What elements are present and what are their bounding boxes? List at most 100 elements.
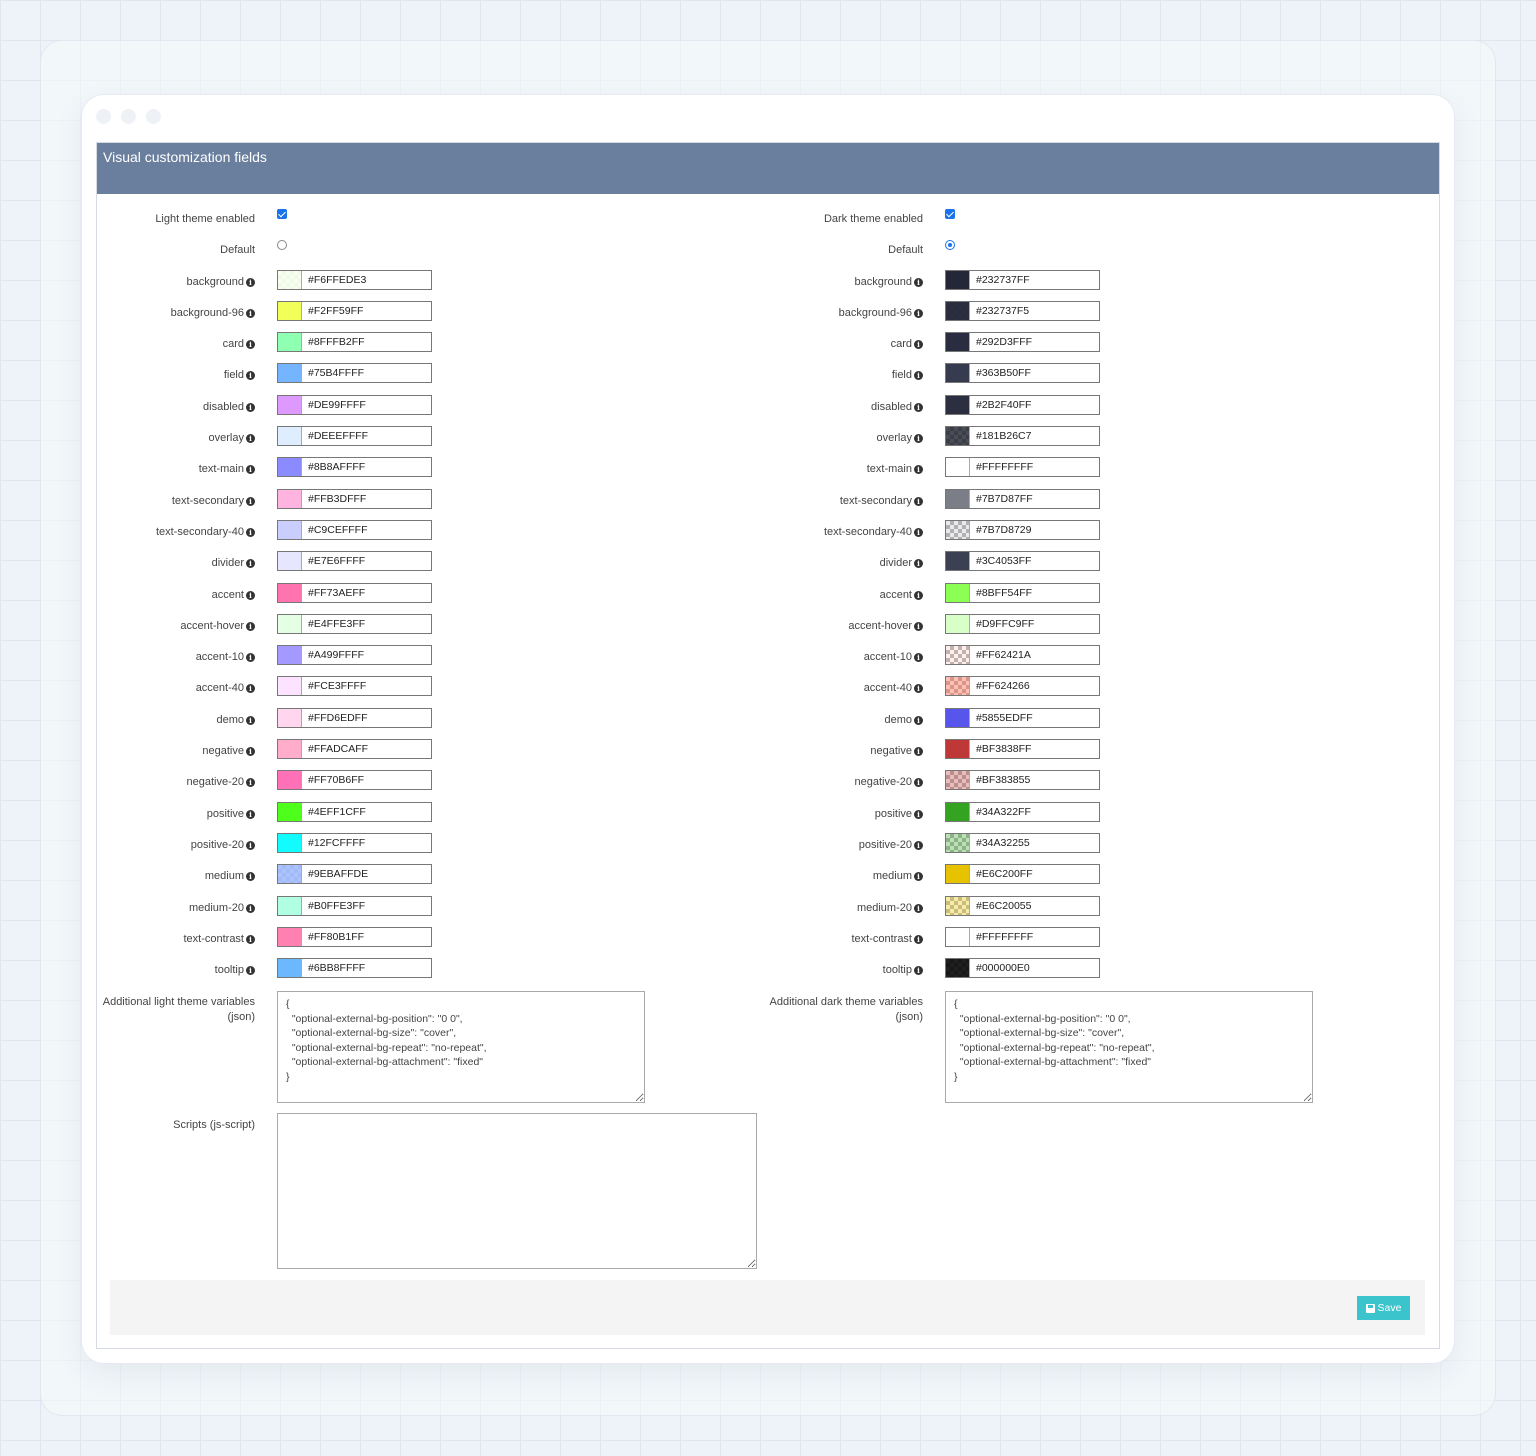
info-icon[interactable]: i [246,903,255,913]
light-color-input[interactable]: #B0FFE3FF [277,895,432,916]
color-hex-value[interactable]: #6BB8FFFF [302,959,365,977]
light-color-input[interactable]: #4EFF1CFF [277,801,432,822]
info-icon[interactable]: i [914,872,923,882]
color-hex-value[interactable]: #8B8AFFFF [302,458,365,476]
info-icon[interactable]: i [246,872,255,882]
info-icon[interactable]: i [246,371,255,381]
light-color-input[interactable]: #E4FFE3FF [277,613,432,634]
info-icon[interactable]: i [246,621,255,631]
dark-color-input[interactable]: #FFFFFFFF [945,457,1100,478]
info-icon[interactable]: i [246,434,255,444]
color-swatch[interactable] [278,270,302,289]
color-swatch[interactable] [278,583,302,602]
color-hex-value[interactable]: #FCE3FFFF [302,677,366,695]
info-icon[interactable]: i [914,715,923,725]
color-hex-value[interactable]: #E7E6FFFF [302,552,365,570]
color-hex-value[interactable]: #F6FFEDE3 [302,271,366,289]
dark-color-input[interactable]: #BF3838FF [945,739,1100,760]
light-enabled-checkbox[interactable] [277,209,287,219]
info-icon[interactable]: i [246,340,255,350]
color-hex-value[interactable]: #A499FFFF [302,646,364,664]
color-hex-value[interactable]: #FF73AEFF [302,584,365,602]
color-hex-value[interactable]: #000000E0 [970,959,1030,977]
info-icon[interactable]: i [914,778,923,788]
color-hex-value[interactable]: #3C4053FF [970,552,1031,570]
color-hex-value[interactable]: #9EBAFFDE [302,865,368,883]
dark-json-textarea[interactable] [945,991,1313,1104]
light-color-input[interactable]: #C9CEFFFF [277,519,432,540]
dark-color-input[interactable]: #34A32255 [945,832,1100,853]
dark-color-input[interactable]: #7B7D8729 [945,519,1100,540]
dark-color-input[interactable]: #292D3FFF [945,332,1100,353]
dark-color-input[interactable]: #E6C20055 [945,895,1100,916]
dark-color-input[interactable]: #BF383855 [945,770,1100,791]
color-swatch[interactable] [278,646,302,665]
light-color-input[interactable]: #FFB3DFFF [277,488,432,509]
color-swatch[interactable] [278,833,302,852]
color-swatch[interactable] [278,458,302,477]
color-swatch[interactable] [278,552,302,571]
light-json-textarea[interactable] [277,991,645,1104]
info-icon[interactable]: i [246,966,255,976]
info-icon[interactable]: i [914,934,923,944]
color-swatch[interactable] [946,301,970,320]
dark-color-input[interactable]: #D9FFC9FF [945,613,1100,634]
color-swatch[interactable] [946,708,970,727]
scripts-textarea[interactable] [277,1113,757,1270]
light-color-input[interactable]: #FFADCAFF [277,739,432,760]
light-color-input[interactable]: #DE99FFFF [277,394,432,415]
color-swatch[interactable] [946,583,970,602]
info-icon[interactable]: i [914,340,923,350]
color-swatch[interactable] [278,865,302,884]
dark-color-input[interactable]: #FF624266 [945,676,1100,697]
color-swatch[interactable] [946,833,970,852]
color-swatch[interactable] [946,520,970,539]
color-hex-value[interactable]: #E4FFE3FF [302,615,365,633]
info-icon[interactable]: i [914,496,923,506]
color-swatch[interactable] [946,865,970,884]
info-icon[interactable]: i [914,527,923,537]
info-icon[interactable]: i [914,684,923,694]
color-swatch[interactable] [946,927,970,946]
color-swatch[interactable] [946,959,970,978]
color-hex-value[interactable]: #FF70B6FF [302,771,364,789]
light-color-input[interactable]: #6BB8FFFF [277,958,432,979]
info-icon[interactable]: i [246,715,255,725]
light-color-input[interactable]: #FF80B1FF [277,926,432,947]
color-hex-value[interactable]: #181B26C7 [970,427,1031,445]
color-hex-value[interactable]: #FFADCAFF [302,740,368,758]
info-icon[interactable]: i [246,559,255,569]
color-hex-value[interactable]: #34A322FF [970,803,1031,821]
color-hex-value[interactable]: #8BFF54FF [970,584,1032,602]
color-swatch[interactable] [946,771,970,790]
light-color-input[interactable]: #FF73AEFF [277,582,432,603]
color-swatch[interactable] [278,896,302,915]
dark-color-input[interactable]: #E6C200FF [945,864,1100,885]
dark-color-input[interactable]: #8BFF54FF [945,582,1100,603]
dark-color-input[interactable]: #7B7D87FF [945,488,1100,509]
info-icon[interactable]: i [914,559,923,569]
color-swatch[interactable] [278,677,302,696]
light-color-input[interactable]: #FFD6EDFF [277,707,432,728]
info-icon[interactable]: i [246,590,255,600]
color-hex-value[interactable]: #2B2F40FF [970,396,1031,414]
light-default-radio[interactable] [277,240,287,251]
info-icon[interactable]: i [246,527,255,537]
info-icon[interactable]: i [914,308,923,318]
color-hex-value[interactable]: #FFFFFFFF [970,928,1033,946]
color-swatch[interactable] [278,802,302,821]
info-icon[interactable]: i [914,840,923,850]
dark-color-input[interactable]: #FF62421A [945,645,1100,666]
color-hex-value[interactable]: #BF3838FF [970,740,1031,758]
color-hex-value[interactable]: #DE99FFFF [302,396,366,414]
light-color-input[interactable]: #E7E6FFFF [277,551,432,572]
info-icon[interactable]: i [914,277,923,287]
light-color-input[interactable]: #A499FFFF [277,645,432,666]
color-swatch[interactable] [946,427,970,446]
save-button[interactable]: Save [1357,1296,1410,1320]
dark-color-input[interactable]: #181B26C7 [945,426,1100,447]
light-color-input[interactable]: #12FCFFFF [277,832,432,853]
info-icon[interactable]: i [914,903,923,913]
info-icon[interactable]: i [246,934,255,944]
info-icon[interactable]: i [246,840,255,850]
